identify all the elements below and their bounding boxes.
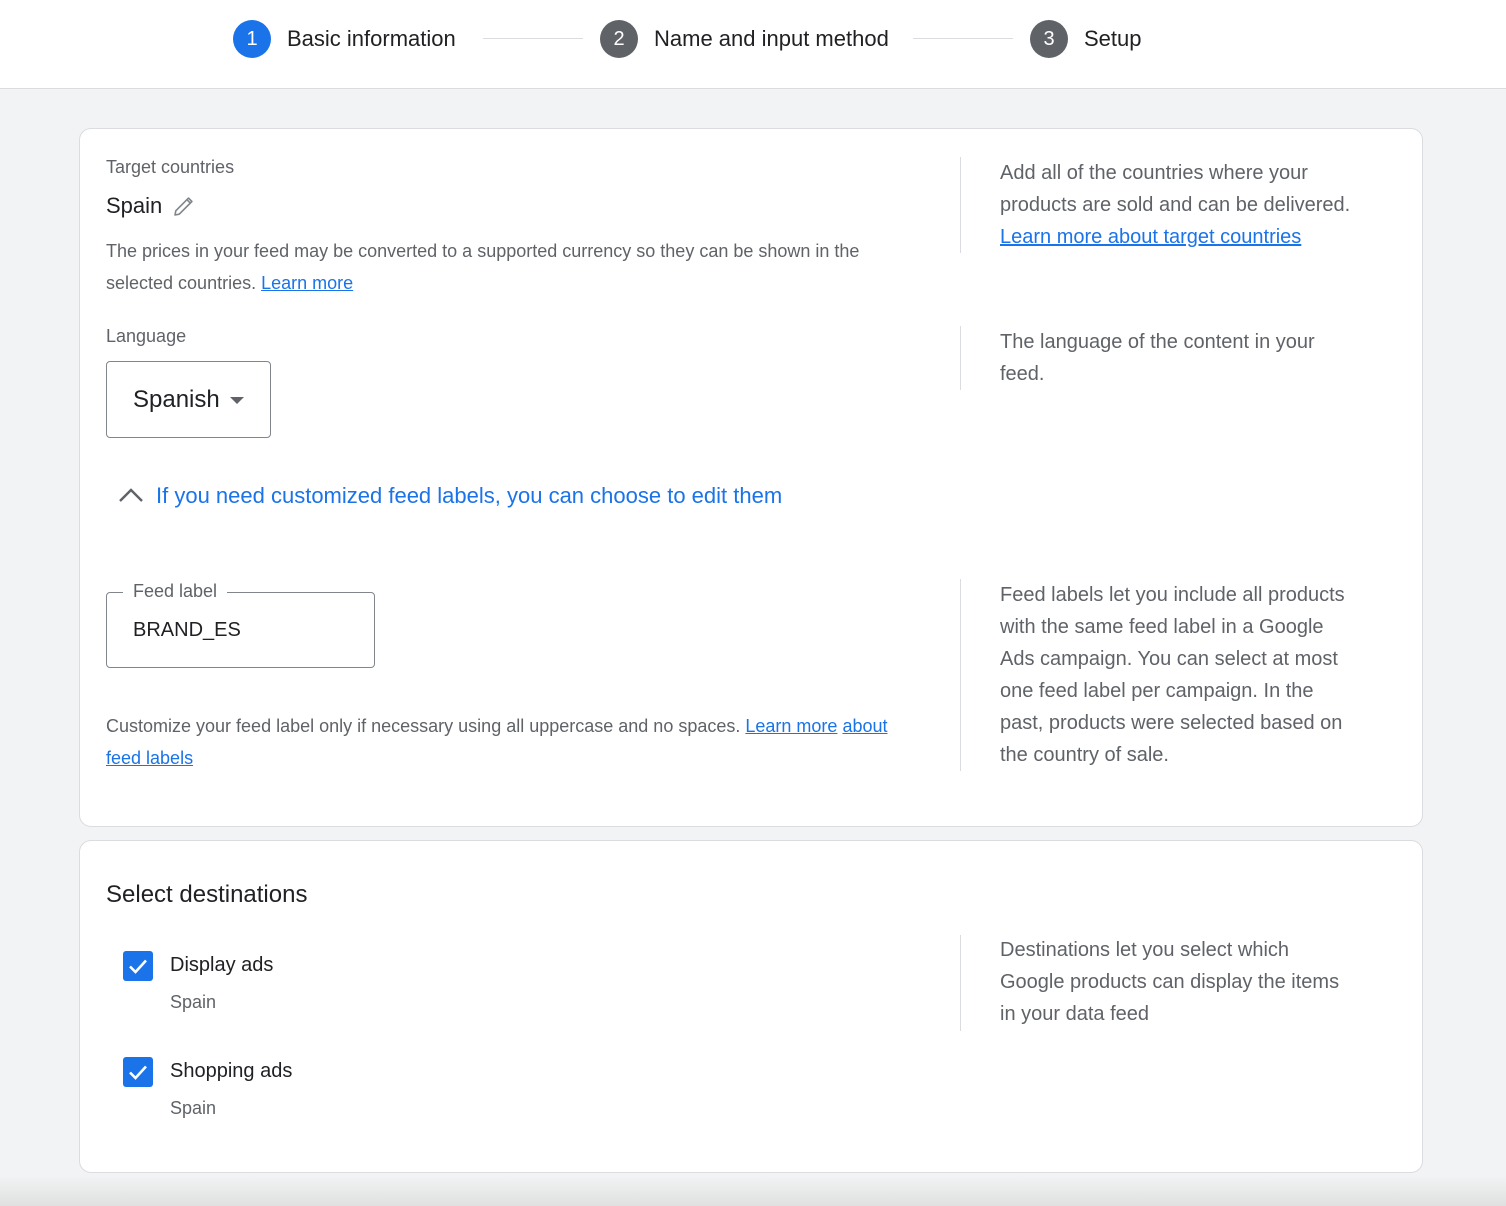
feed-labels-expander-text: If you need customized feed labels, you …	[156, 483, 783, 508]
target-countries-label: Target countries	[106, 157, 235, 177]
basic-information-card: Target countries Spain The prices in you…	[79, 128, 1423, 827]
help-divider	[960, 326, 961, 390]
caret-down-icon	[230, 397, 244, 404]
learn-more-feed-labels-link[interactable]: Learn more	[745, 716, 837, 736]
target-countries-value-row: Spain	[106, 193, 196, 219]
feed-label-field[interactable]: Feed label BRAND_ES	[106, 581, 375, 668]
step-number-1: 1	[233, 20, 271, 58]
bottom-shadow	[0, 1176, 1506, 1206]
step-basic-information[interactable]: 1 Basic information	[233, 20, 456, 58]
help-divider	[960, 579, 961, 771]
help-line: Google products can display the items	[1000, 971, 1340, 993]
destinations-help: Destinations let you select which Google…	[1000, 934, 1410, 1030]
shopping-ads-label: Shopping ads	[170, 1060, 293, 1082]
language-selected-value: Spanish	[133, 385, 220, 413]
display-ads-checkbox[interactable]	[123, 951, 153, 981]
feed-label-note: Customize your feed label only if necess…	[106, 710, 906, 774]
step-setup[interactable]: 3 Setup	[1030, 20, 1142, 58]
stepper-header: 1 Basic information 2 Name and input met…	[0, 0, 1506, 89]
help-line: with the same feed label in a Google	[1000, 616, 1324, 638]
checkmark-icon	[129, 1065, 147, 1080]
learn-more-link[interactable]: Learn more	[261, 273, 353, 293]
help-line: the country of sale.	[1000, 744, 1169, 766]
currency-note-line2: selected countries. Learn more	[106, 267, 936, 299]
shopping-ads-country: Spain	[170, 1098, 217, 1118]
step-label-3: Setup	[1084, 26, 1142, 51]
step-name-and-input-method[interactable]: 2 Name and input method	[600, 20, 889, 58]
language-help: The language of the content in your feed…	[1000, 326, 1400, 390]
target-countries-help: Add all of the countries where your prod…	[1000, 157, 1400, 253]
help-line: one feed label per campaign. In the	[1000, 680, 1314, 702]
step-number-3: 3	[1030, 20, 1068, 58]
help-line: feed.	[1000, 363, 1045, 385]
destinations-card: Select destinations Display ads Spain Sh…	[79, 840, 1423, 1173]
help-line: past, products were selected based on	[1000, 712, 1343, 734]
help-line: in your data feed	[1000, 1003, 1149, 1025]
help-line: products are sold and can be delivered.	[1000, 194, 1351, 216]
pencil-icon[interactable]	[172, 194, 196, 218]
help-line: Destinations let you select which	[1000, 939, 1290, 961]
feed-label-note-text: Customize your feed label only if necess…	[106, 716, 741, 736]
step-label-2: Name and input method	[654, 26, 889, 51]
step-connector	[483, 38, 583, 39]
help-line: Ads campaign. You can select at most	[1000, 648, 1338, 670]
target-countries-note: The prices in your feed may be converted…	[106, 235, 936, 299]
feed-labels-expander[interactable]: If you need customized feed labels, you …	[116, 481, 782, 511]
feed-label-help: Feed labels let you include all products…	[1000, 579, 1410, 771]
currency-note-line1: The prices in your feed may be converted…	[106, 241, 860, 261]
step-number-2: 2	[600, 20, 638, 58]
help-line: The language of the content in your	[1000, 331, 1315, 353]
language-label: Language	[106, 326, 187, 346]
display-ads-country: Spain	[170, 992, 217, 1012]
step-connector	[913, 38, 1013, 39]
shopping-ads-checkbox[interactable]	[123, 1057, 153, 1087]
step-label-1: Basic information	[287, 26, 456, 51]
help-line: Feed labels let you include all products	[1000, 584, 1345, 606]
feed-label-value: BRAND_ES	[133, 619, 241, 641]
feed-label-legend: Feed label	[123, 581, 228, 602]
checkmark-icon	[129, 959, 147, 974]
learn-more-target-countries-link[interactable]: Learn more about target countries	[1000, 221, 1400, 253]
help-line: Add all of the countries where your	[1000, 162, 1308, 184]
select-destinations-title: Select destinations	[106, 881, 308, 908]
chevron-up-icon	[119, 488, 143, 502]
language-select[interactable]: Spanish	[106, 361, 271, 438]
help-divider	[960, 157, 961, 253]
help-divider	[960, 935, 961, 1031]
target-country-value: Spain	[106, 193, 163, 218]
display-ads-label: Display ads	[170, 954, 274, 976]
currency-note-text: selected countries.	[106, 273, 257, 293]
